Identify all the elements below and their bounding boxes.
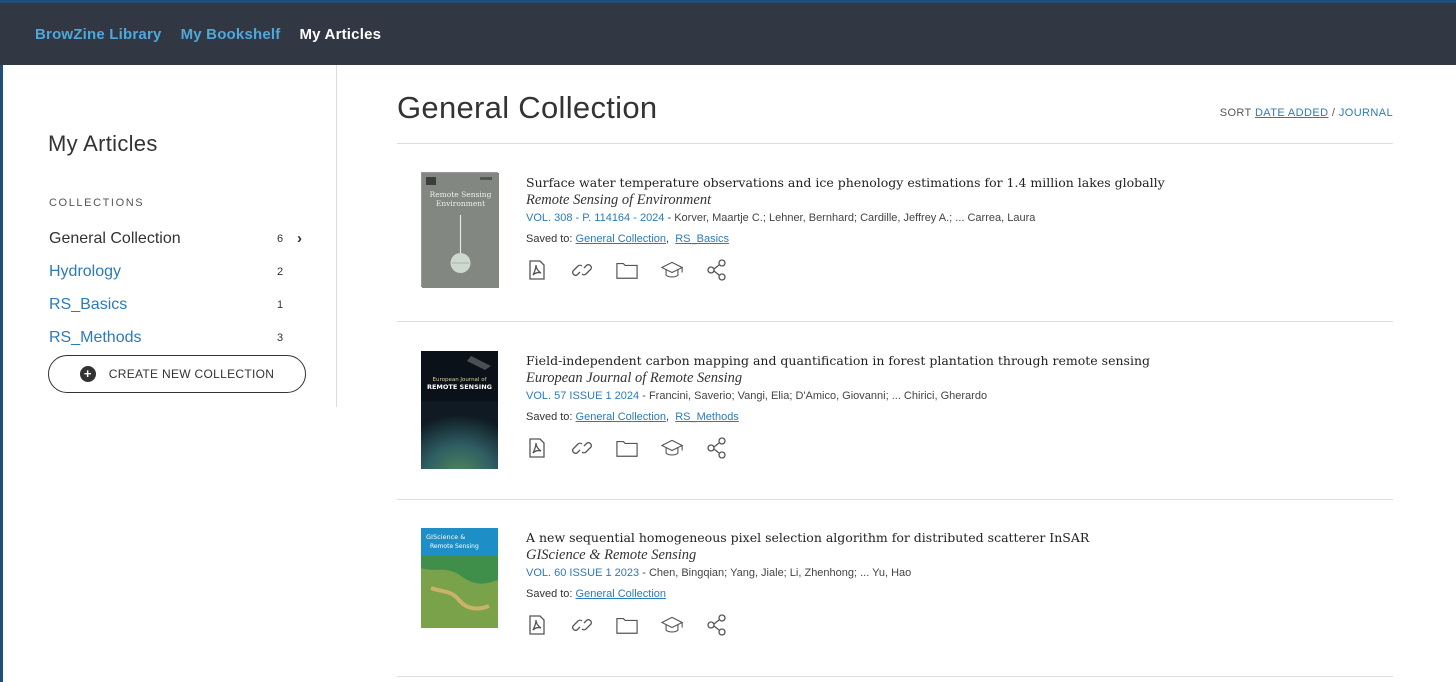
nav-my-articles[interactable]: My Articles <box>299 26 381 43</box>
share-icon[interactable] <box>706 437 728 459</box>
article-volume[interactable]: VOL. 308 - P. 114164 - 2024 <box>526 212 664 224</box>
collection-item-rs-basics[interactable]: RS_Basics 1 <box>49 288 309 321</box>
cover-title-line2: Remote Sensing <box>430 543 479 550</box>
article-journal[interactable]: European Journal of Remote Sensing <box>526 370 1386 387</box>
share-icon[interactable] <box>706 614 728 636</box>
article-body: Field-independent carbon mapping and qua… <box>526 353 1386 459</box>
saved-collection-link[interactable]: RS_Methods <box>675 411 739 423</box>
journal-cover[interactable]: Remote Sensing Environment <box>421 172 499 288</box>
collection-item-hydrology[interactable]: Hydrology 2 <box>49 255 309 288</box>
graduation-cap-icon[interactable] <box>661 259 683 281</box>
saved-collection-link[interactable]: General Collection <box>576 588 667 600</box>
article-title[interactable]: Field-independent carbon mapping and qua… <box>526 353 1386 368</box>
cover-title-line1: Remote Sensing <box>430 190 492 199</box>
collection-name: General Collection <box>49 229 181 247</box>
pdf-icon[interactable] <box>526 437 548 459</box>
article-body: A new sequential homogeneous pixel selec… <box>526 530 1386 636</box>
saved-to: Saved to: General Collection, RS_Basics <box>526 233 730 245</box>
pdf-icon[interactable] <box>526 259 548 281</box>
collection-count: 6 <box>277 232 284 245</box>
collection-name: RS_Basics <box>49 295 128 313</box>
article-authors: Korver, Maartje C.; Lehner, Bernhard; Ca… <box>674 212 1036 224</box>
saved-to: Saved to: General Collection <box>526 588 1386 600</box>
collections-heading: COLLECTIONS <box>49 197 145 209</box>
chevron-right-icon: › <box>297 230 302 247</box>
article-title[interactable]: A new sequential homogeneous pixel selec… <box>526 530 1386 545</box>
sort-label: SORT <box>1219 107 1252 119</box>
article-authors: Francini, Saverio; Vangi, Elia; D'Amico,… <box>648 390 988 402</box>
folder-icon[interactable] <box>616 437 638 459</box>
article-meta: VOL. 60 ISSUE 1 2023 - Chen, Bingqian; Y… <box>526 567 912 579</box>
article-meta: VOL. 57 ISSUE 1 2024 - Francini, Saverio… <box>526 390 988 402</box>
article-journal[interactable]: Remote Sensing of Environment <box>526 192 1386 209</box>
sort-date-added[interactable]: DATE ADDED <box>1255 107 1328 119</box>
pdf-icon[interactable] <box>526 614 548 636</box>
nav-my-bookshelf[interactable]: My Bookshelf <box>181 26 281 43</box>
article-meta: VOL. 308 - P. 114164 - 2024 - Korver, Ma… <box>526 212 1036 224</box>
folder-icon[interactable] <box>616 259 638 281</box>
collection-item-general[interactable]: General Collection 6 › <box>49 222 309 255</box>
article-actions <box>526 259 1386 281</box>
graduation-cap-icon[interactable] <box>661 614 683 636</box>
collection-count: 1 <box>277 298 284 311</box>
saved-to-label: Saved to: <box>526 411 573 423</box>
sidebar: My Articles COLLECTIONS General Collecti… <box>17 65 337 407</box>
journal-cover[interactable]: GIScience & Remote Sensing <box>421 528 498 646</box>
sort-journal[interactable]: JOURNAL <box>1339 107 1393 119</box>
share-icon[interactable] <box>706 259 728 281</box>
article-body: Surface water temperature observations a… <box>526 175 1386 281</box>
link-icon[interactable] <box>571 614 593 636</box>
link-icon[interactable] <box>571 437 593 459</box>
plus-circle-icon: + <box>79 366 96 382</box>
cover-title-line2: REMOTE SENSING <box>427 383 492 391</box>
article-row: GIScience & Remote Sensing A new sequent… <box>397 499 1393 677</box>
cover-title-line2: Environment <box>436 199 485 208</box>
article-row: Remote Sensing Environment Surface water… <box>397 144 1393 322</box>
saved-to: Saved to: General Collection, RS_Methods <box>526 411 739 423</box>
article-volume[interactable]: VOL. 60 ISSUE 1 2023 <box>526 567 639 579</box>
saved-collection-link[interactable]: General Collection <box>576 411 667 423</box>
sort-separator: / <box>1331 107 1336 119</box>
article-volume[interactable]: VOL. 57 ISSUE 1 2024 <box>526 390 639 402</box>
article-actions <box>526 437 1386 459</box>
cover-title-line1: GIScience & <box>426 533 465 541</box>
collections-list: General Collection 6 › Hydrology 2 RS_Ba… <box>49 222 309 354</box>
collection-item-rs-methods[interactable]: RS_Methods 3 <box>49 321 309 354</box>
folder-icon[interactable] <box>616 614 638 636</box>
sort-controls: SORT DATE ADDED / JOURNAL <box>1220 107 1393 119</box>
article-journal[interactable]: GIScience & Remote Sensing <box>526 547 1386 564</box>
collection-count: 3 <box>277 331 284 344</box>
create-button-label: CREATE NEW COLLECTION <box>108 367 275 381</box>
graduation-cap-icon[interactable] <box>661 437 683 459</box>
create-new-collection-button[interactable]: + CREATE NEW COLLECTION <box>48 355 306 393</box>
nav-browzine-library[interactable]: BrowZine Library <box>35 26 162 43</box>
collection-name: Hydrology <box>49 262 122 280</box>
collection-name: RS_Methods <box>49 328 142 346</box>
collection-count: 2 <box>277 265 284 278</box>
article-actions <box>526 614 1386 636</box>
saved-to-label: Saved to: <box>526 588 573 600</box>
link-icon[interactable] <box>571 259 593 281</box>
article-title[interactable]: Surface water temperature observations a… <box>526 175 1386 190</box>
window-border-left <box>0 0 3 682</box>
saved-collection-link[interactable]: RS_Basics <box>675 233 729 245</box>
top-navigation: BrowZine Library My Bookshelf My Article… <box>0 3 1456 65</box>
journal-cover[interactable]: European Journal of REMOTE SENSING <box>421 351 498 469</box>
page-title: General Collection <box>397 90 658 125</box>
article-row: European Journal of REMOTE SENSING Field… <box>397 322 1393 500</box>
saved-collection-link[interactable]: General Collection <box>576 233 667 245</box>
sidebar-title: My Articles <box>48 131 158 156</box>
article-authors: Chen, Bingqian; Yang, Jiale; Li, Zhenhon… <box>648 567 912 579</box>
saved-to-label: Saved to: <box>526 233 573 245</box>
